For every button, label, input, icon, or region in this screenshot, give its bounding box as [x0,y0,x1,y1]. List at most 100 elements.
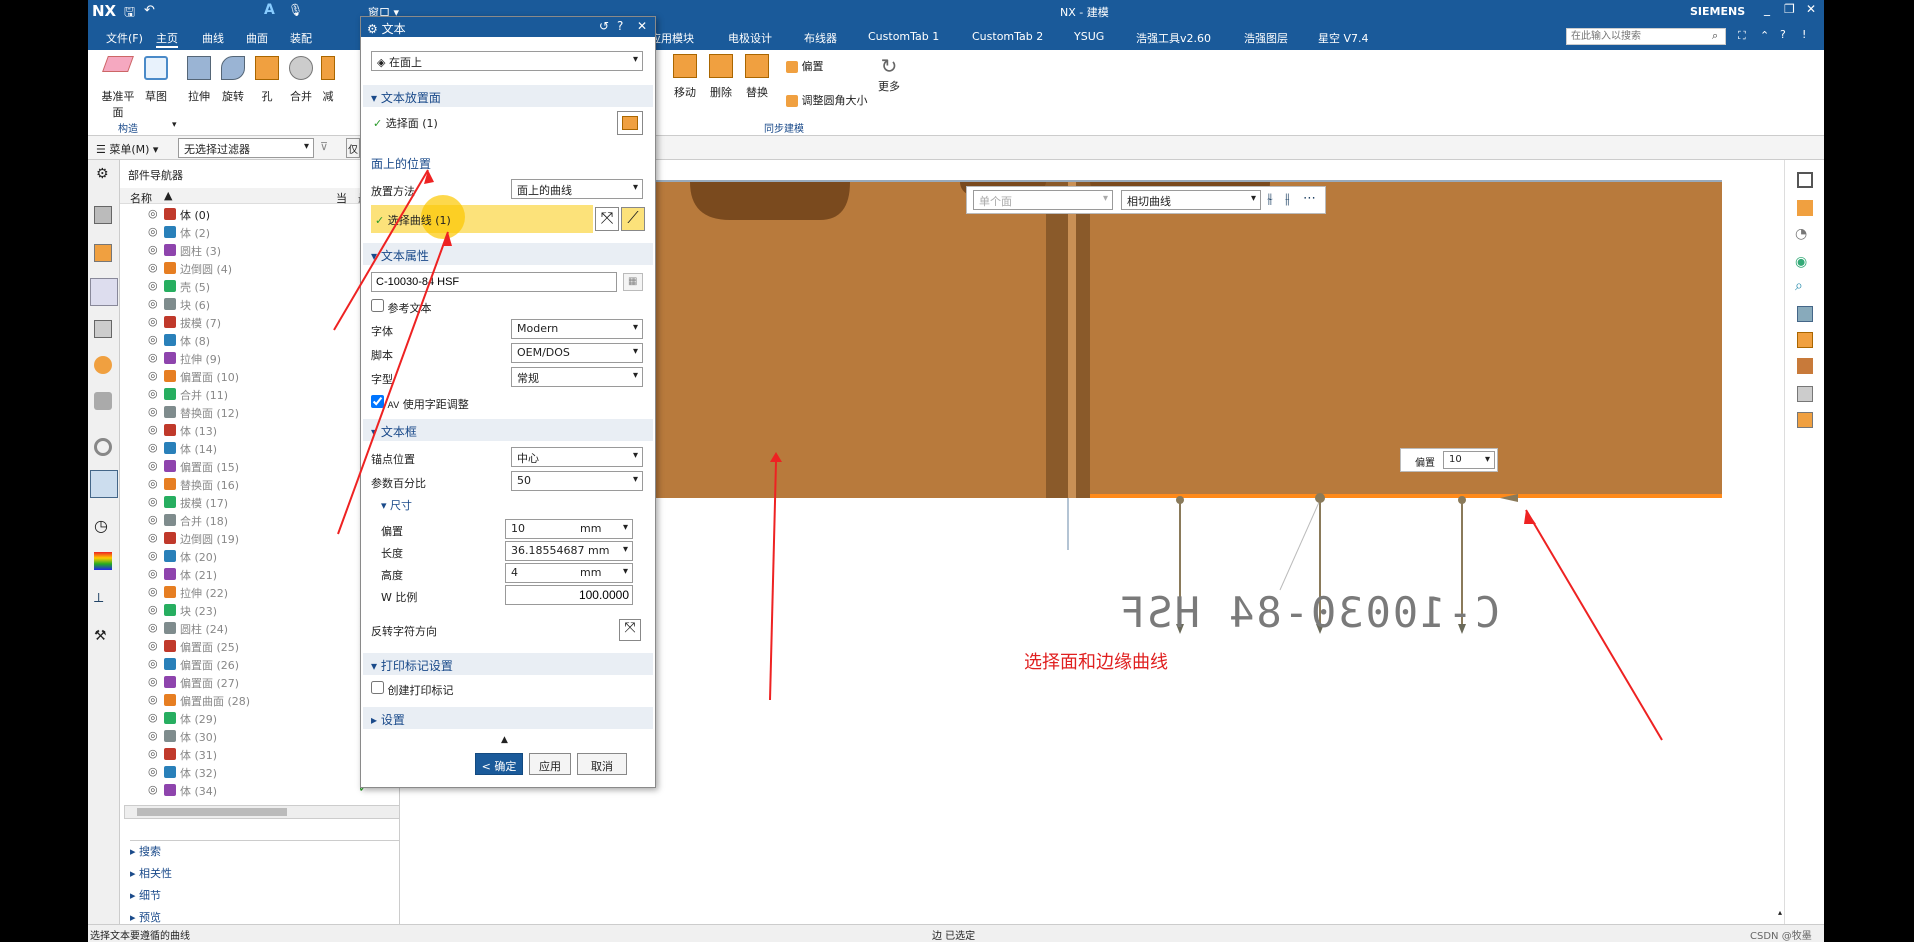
section-text-frame[interactable]: ▾ 文本框 [363,419,653,441]
assembly-nav-icon[interactable] [94,206,112,224]
visibility-icon[interactable]: ◎ [148,549,158,562]
section-settings[interactable]: ▸ 设置 [363,707,653,729]
section-print-mark[interactable]: ▾ 打印标记设置 [363,653,653,675]
visibility-icon[interactable]: ◎ [148,621,158,634]
reset-icon[interactable]: ↺ [599,19,609,33]
dialog-gear-icon[interactable]: ⚙ [367,22,378,36]
menu-router[interactable]: 布线器 [804,30,837,46]
tree-row[interactable]: ◎体 (14)✓ [120,439,400,457]
tree-row[interactable]: ◎体 (20)✓ [120,547,400,565]
help-icon[interactable]: ? [1780,28,1786,41]
face-filter-select[interactable]: 单个面 [973,190,1113,210]
panel-search[interactable]: ▸ 搜索 [130,843,400,865]
tree-hscrollbar[interactable] [124,805,400,819]
tree-row[interactable]: ◎偏置面 (10)✓ [120,367,400,385]
save-icon[interactable]: 🖫 [124,3,135,25]
resize-fillet-button[interactable]: 调整圆角大小 [786,92,868,108]
select-curve-row[interactable]: ✓ 选择曲线 (1) [371,195,593,239]
menu-surface[interactable]: 曲面 [246,30,268,46]
section-cube-icon[interactable] [1797,412,1813,428]
tree-row[interactable]: ◎体 (32)✓ [120,763,400,781]
text-tool-icon[interactable]: A [264,2,275,18]
create-print-row[interactable]: 创建打印标记 [371,681,454,698]
section-size[interactable]: ▾ 尺寸 [381,497,412,513]
more-button[interactable]: ↻ 更多 [876,54,902,94]
visibility-icon[interactable]: ◎ [148,333,158,346]
menu-electrode[interactable]: 电极设计 [728,30,772,46]
anchor-select[interactable]: 中心 [511,447,643,467]
history-icon[interactable] [94,438,112,456]
visibility-icon[interactable]: ◎ [148,531,158,544]
anchor-point-2[interactable] [1315,493,1325,503]
curve-rule-select[interactable]: 相切曲线 [1121,190,1261,210]
tree-row[interactable]: ◎拔模 (7)✓ [120,313,400,331]
panel-details[interactable]: ▸ 细节 [130,887,400,909]
visibility-icon[interactable]: ◎ [148,675,158,688]
visibility-icon[interactable]: ◎ [148,351,158,364]
height-input[interactable]: 4 mm [505,563,633,583]
section-text-properties[interactable]: ▾ 文本属性 [363,243,653,265]
visibility-icon[interactable]: ◎ [148,603,158,616]
settings-gear-icon[interactable]: ⚙ [96,166,109,182]
search-view-icon[interactable]: ⌕ [1795,278,1803,294]
tree-row[interactable]: ◎替换面 (12)✓ [120,403,400,421]
dialog-help-icon[interactable]: ? [617,19,623,33]
menu-file[interactable]: 文件(F) [106,30,143,46]
tree-row[interactable]: ◎体 (21)✓ [120,565,400,583]
sketch-button[interactable]: 草图 [140,56,172,104]
reverse-direction-button[interactable]: ⤧ [619,619,641,641]
tree-row[interactable]: ◎体 (13)✓ [120,421,400,439]
hide-icon[interactable]: ◔ [1795,226,1807,242]
selected-edge-curve[interactable] [1090,494,1722,498]
apply-button[interactable]: 应用 [529,753,571,775]
sort-asc-icon[interactable]: ▲ [164,189,172,202]
part-nav-icon[interactable] [90,278,118,306]
visibility-icon[interactable]: ◎ [148,747,158,760]
ref-text-checkbox[interactable] [371,299,384,312]
face-select-button[interactable] [617,111,643,135]
clock-icon[interactable]: ◷ [94,516,108,535]
visibility-icon[interactable]: ◎ [148,207,158,220]
extrude-button[interactable]: 拉伸 [184,56,214,104]
tree-row[interactable]: ◎体 (0)✓ [120,205,400,223]
edges-cube-icon[interactable] [1797,358,1813,374]
tree-hscroll-thumb[interactable] [137,808,287,816]
part-body-face[interactable] [626,182,1722,498]
collapse-icon[interactable]: ⌃ [1760,29,1769,42]
fullscreen-icon[interactable]: ⛶ [1738,29,1746,43]
col-name-header[interactable]: 名称 [130,190,152,206]
constraint-nav-icon[interactable] [94,244,112,262]
dialog-close-icon[interactable]: ✕ [637,19,647,33]
reuse-library-icon[interactable] [94,320,112,338]
panel-dependencies[interactable]: ▸ 相关性 [130,865,400,887]
tree-row[interactable]: ◎偏置面 (27)✓ [120,673,400,691]
shaded-cube-icon[interactable] [1797,332,1813,348]
tree-row[interactable]: ◎圆柱 (3)✓ [120,241,400,259]
tree-row[interactable]: ◎边倒圆 (19)✓ [120,529,400,547]
select-face-row[interactable]: ✓ 选择面 (1) [373,115,438,131]
offset-input[interactable]: 10 mm [505,519,633,539]
wscale-input[interactable] [505,585,633,605]
tree-row[interactable]: ◎拉伸 (9)✓ [120,349,400,367]
visibility-icon[interactable]: ◎ [148,693,158,706]
visibility-icon[interactable]: ◎ [148,441,158,454]
section-placement-face[interactable]: ▾ 文本放置面 [363,85,653,107]
visibility-icon[interactable]: ◎ [148,369,158,382]
tree-row[interactable]: ◎拉伸 (22)✓ [120,583,400,601]
place-method-select[interactable]: 面上的曲线 [511,179,643,199]
menu-assembly[interactable]: 装配 [290,30,312,46]
search-input[interactable] [1566,28,1726,45]
viewport-expand-icon[interactable]: ▴ [1778,908,1782,917]
tree-row[interactable]: ◎拔模 (17)✓ [120,493,400,511]
mic-icon[interactable]: 🎙 [288,3,303,17]
tree-row[interactable]: ◎体 (2)✓ [120,223,400,241]
percent-select[interactable]: 50 [511,471,643,491]
undo-icon[interactable]: ↶ [144,3,155,18]
visibility-icon[interactable]: ◎ [148,639,158,652]
roles-icon[interactable] [90,470,118,498]
menu-haoqiang-layers[interactable]: 浩强图层 [1244,30,1288,46]
kerning-row[interactable]: AV 使用字距调整 [371,395,469,412]
unite-button[interactable]: 合并 [286,56,316,104]
visibility-icon[interactable]: ◎ [148,405,158,418]
kerning-checkbox[interactable] [371,395,384,408]
